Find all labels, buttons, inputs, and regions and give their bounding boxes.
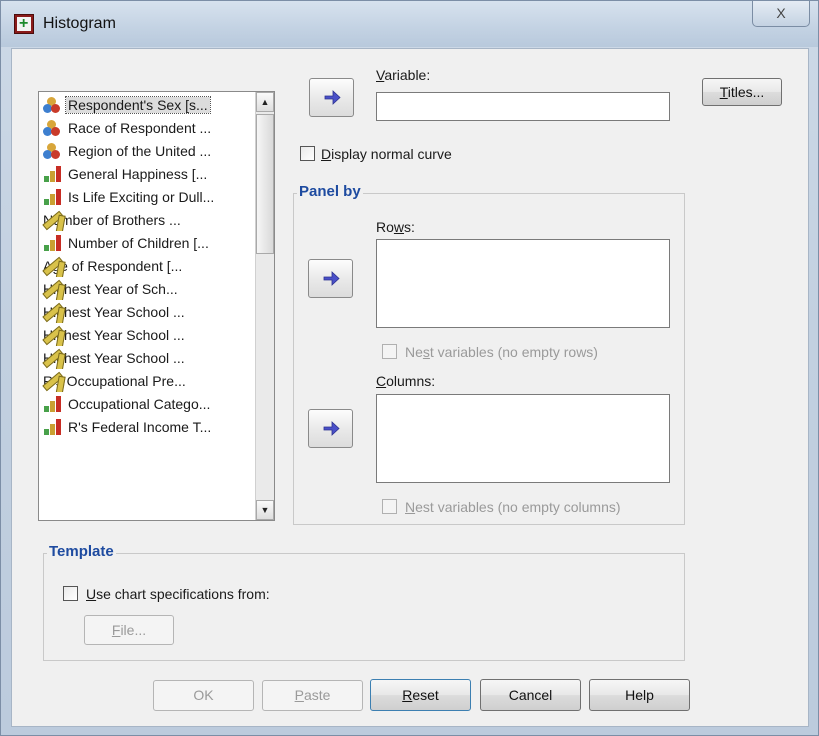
right-arrow-icon (323, 421, 340, 436)
close-button[interactable]: X (752, 1, 810, 27)
variable-list-item[interactable]: Is Life Exciting or Dull... (41, 186, 255, 208)
source-variable-list[interactable]: Respondent's Sex [s... Race of Respondent… (38, 91, 275, 521)
titles-button[interactable]: Titles... (702, 78, 782, 106)
move-to-variable-button[interactable] (309, 78, 354, 117)
variable-label-text: Race of Respondent ... (68, 120, 212, 136)
variable-field[interactable] (376, 92, 670, 121)
ok-button[interactable]: OK (153, 680, 254, 711)
move-to-rows-button[interactable] (308, 259, 353, 298)
ordinal-measure-icon (41, 394, 63, 414)
display-normal-curve-checkbox[interactable] (300, 146, 315, 161)
scroll-up-button[interactable]: ▲ (256, 92, 274, 112)
window-title: Histogram (43, 15, 116, 32)
variable-list-item[interactable]: Occupational Catego... (41, 393, 255, 415)
variable-list-item[interactable]: Highest Year School ... (41, 347, 255, 369)
ordinal-measure-icon (41, 233, 63, 253)
nominal-measure-icon (41, 118, 63, 138)
nest-columns-label: Nest variables (no empty columns) (405, 499, 621, 515)
variable-list-item[interactable]: Highest Year School ... (41, 301, 255, 323)
nest-rows-label: Nest variables (no empty rows) (405, 344, 598, 360)
ordinal-measure-icon (41, 417, 63, 437)
variable-list-item[interactable]: General Happiness [... (41, 163, 255, 185)
file-button[interactable]: File... (84, 615, 174, 645)
variable-list-item[interactable]: Number of Brothers ... (41, 209, 255, 231)
help-button[interactable]: Help (589, 679, 690, 711)
reset-button[interactable]: Reset (370, 679, 471, 711)
right-arrow-icon (323, 271, 340, 286)
nest-rows-checkbox[interactable] (382, 344, 397, 359)
use-chart-spec-label: Use chart specifications from: (86, 586, 270, 602)
nest-columns-checkbox[interactable] (382, 499, 397, 514)
spss-chart-icon (14, 14, 34, 34)
panel-by-title: Panel by (297, 183, 363, 200)
template-title: Template (47, 543, 116, 560)
histogram-dialog: Histogram X Respondent's Sex [s... Race o… (0, 0, 819, 736)
nominal-measure-icon (41, 95, 63, 115)
title-bar[interactable]: Histogram X (1, 1, 818, 47)
rows-list[interactable] (376, 239, 670, 328)
nominal-measure-icon (41, 141, 63, 161)
variable-label-text: R's Federal Income T... (68, 419, 212, 435)
use-chart-spec-checkbox[interactable] (63, 586, 78, 601)
variable-list-item[interactable]: R's Occupational Pre... (41, 370, 255, 392)
variable-label-text: Respondent's Sex [s... (65, 96, 211, 114)
variable-label-text: General Happiness [... (68, 166, 208, 182)
paste-button[interactable]: Paste (262, 680, 363, 711)
variable-label-text: Region of the United ... (68, 143, 212, 159)
variable-list-item[interactable]: Region of the United ... (41, 140, 255, 162)
ordinal-measure-icon (41, 164, 63, 184)
display-normal-curve-label: Display normal curve (321, 146, 452, 162)
ordinal-measure-icon (41, 187, 63, 207)
variable-list-item[interactable]: Age of Respondent [... (41, 255, 255, 277)
variable-list-item[interactable]: Highest Year of Sch... (41, 278, 255, 300)
variable-list-scrollbar[interactable]: ▲ ▼ (255, 92, 274, 520)
columns-label: Columns: (376, 373, 436, 389)
move-to-columns-button[interactable] (308, 409, 353, 448)
scroll-thumb[interactable] (256, 114, 274, 254)
rows-label: Rows: (376, 219, 415, 235)
variable-label-text: Is Life Exciting or Dull... (68, 189, 215, 205)
variable-list-item[interactable]: Race of Respondent ... (41, 117, 255, 139)
right-arrow-icon (324, 90, 341, 105)
variable-list-item[interactable]: Number of Children [... (41, 232, 255, 254)
columns-list[interactable] (376, 394, 670, 483)
variable-label: Variable: (376, 67, 431, 83)
variable-label-text: Number of Children [... (68, 235, 209, 251)
variable-label-text: Occupational Catego... (68, 396, 211, 412)
scroll-down-button[interactable]: ▼ (256, 500, 274, 520)
variable-list-item[interactable]: R's Federal Income T... (41, 416, 255, 438)
variable-list-item[interactable]: Respondent's Sex [s... (41, 94, 255, 116)
variable-list-item[interactable]: Highest Year School ... (41, 324, 255, 346)
cancel-button[interactable]: Cancel (480, 679, 581, 711)
